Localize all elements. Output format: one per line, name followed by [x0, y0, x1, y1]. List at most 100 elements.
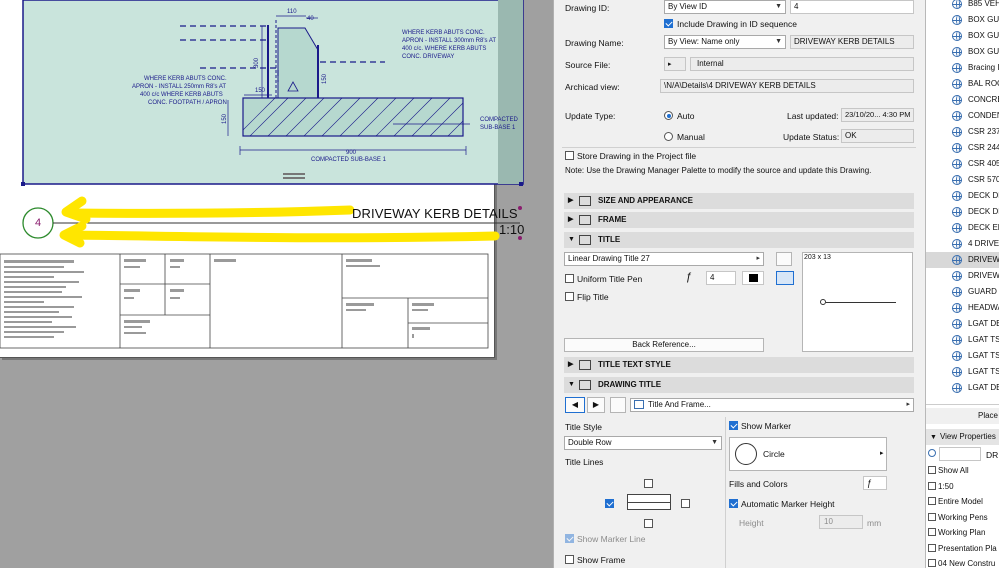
view-property-label: Working Plan: [938, 528, 986, 537]
auto-marker-height-checkbox[interactable]: [729, 499, 738, 508]
title-line-left-checkbox[interactable]: [605, 499, 614, 508]
navigator-item[interactable]: CONDEN: [926, 108, 999, 124]
globe-icon: [952, 47, 962, 57]
layout-sheet: 110 40 300 150 150 150 900 COMPACTED SUB…: [0, 0, 524, 358]
navigator-item[interactable]: LGAT TSE: [926, 364, 999, 380]
chevron-right-icon: ▸: [906, 401, 910, 408]
place-button[interactable]: Place: [926, 408, 999, 424]
navigator-item-label: CONCRE: [968, 95, 999, 104]
drawing-id-label: Drawing ID:: [565, 3, 610, 13]
navigator-item[interactable]: DECK DE: [926, 188, 999, 204]
marker-shape-label: Circle: [763, 449, 785, 459]
uniform-title-pen-checkbox[interactable]: [565, 274, 574, 283]
store-drawing-checkbox[interactable]: [565, 151, 574, 160]
show-marker-line-checkbox[interactable]: [565, 534, 574, 543]
navigator-item[interactable]: BOX GUT: [926, 12, 999, 28]
navigator-item[interactable]: DECK DE: [926, 204, 999, 220]
view-property-row[interactable]: 1:50: [926, 479, 999, 494]
navigator-item[interactable]: DRIVEW...: [926, 268, 999, 284]
navigator-item[interactable]: LGAT DE: [926, 316, 999, 332]
section-frame[interactable]: ▶ FRAME: [564, 212, 914, 228]
chevron-right-icon: ▸: [756, 255, 760, 262]
title-line-right-checkbox[interactable]: [681, 499, 690, 508]
title-line-top-checkbox[interactable]: [644, 479, 653, 488]
navigator-item[interactable]: BOX GUT: [926, 44, 999, 60]
prev-page-button[interactable]: ◀: [565, 397, 585, 413]
title-type-select[interactable]: Linear Drawing Title 27 ▸: [564, 252, 764, 266]
section-title[interactable]: ▼ TITLE: [564, 232, 914, 248]
triangle-left-icon: ◀: [571, 400, 579, 409]
navigator-item[interactable]: LGAT TSE: [926, 332, 999, 348]
navigator-item[interactable]: 4 DRIVEW: [926, 236, 999, 252]
drawing-canvas[interactable]: 110 40 300 150 150 150 900 COMPACTED SUB…: [0, 0, 553, 568]
fills-colors-button[interactable]: ƒ: [863, 476, 887, 490]
navigator-item-label: CSR 5700: [968, 175, 999, 184]
frame-icon: [579, 215, 591, 225]
flip-title-checkbox[interactable]: [565, 292, 574, 301]
navigator-item[interactable]: HEADWA: [926, 300, 999, 316]
update-auto-radio[interactable]: [664, 111, 673, 120]
title-style-select[interactable]: Double Row ▼: [564, 436, 722, 450]
drawing-title-page-select[interactable]: Title And Frame... ▸: [630, 398, 914, 412]
pen-color-swatch[interactable]: [742, 271, 764, 285]
title-preview-toggle[interactable]: [776, 271, 794, 285]
drawing-name-select-value: By View: Name only: [668, 37, 740, 46]
navigator-item[interactable]: DRIVEW...: [926, 252, 999, 268]
source-file-arrow-button[interactable]: ▸: [664, 57, 686, 71]
note-left-line-1: WHERE KERB ABUTS CONC.: [144, 76, 227, 82]
pen-number-field[interactable]: 4: [706, 271, 736, 285]
title-settings-icon[interactable]: [776, 252, 792, 266]
drawing-title-text[interactable]: DRIVEWAY KERB DETAILS: [352, 206, 518, 221]
update-manual-radio[interactable]: [664, 132, 673, 141]
show-marker-checkbox[interactable]: [729, 421, 738, 430]
navigator-item[interactable]: LGAT TSE: [926, 348, 999, 364]
marker-shape-select[interactable]: Circle ▸: [729, 437, 887, 471]
section-size-and-appearance[interactable]: ▶ SIZE AND APPEARANCE: [564, 193, 914, 209]
source-file-label: Source File:: [565, 60, 611, 70]
page-list-icon[interactable]: [610, 397, 626, 413]
view-id-field[interactable]: [939, 447, 981, 461]
view-name-field[interactable]: DRI: [986, 450, 999, 460]
drawing-id-field[interactable]: 4: [790, 0, 914, 14]
navigator-item[interactable]: CONCRE: [926, 92, 999, 108]
view-property-row[interactable]: Working Pens: [926, 510, 999, 525]
drawing-name-field[interactable]: DRIVEWAY KERB DETAILS: [790, 35, 914, 49]
show-frame-checkbox[interactable]: [565, 555, 574, 564]
note-right-line-2: APRON - INSTALL 300mm R8's AT: [402, 38, 496, 44]
navigator-item[interactable]: BAL ROC: [926, 76, 999, 92]
drawing-marker-number[interactable]: 4: [23, 208, 53, 238]
navigator-item[interactable]: CSR 5700: [926, 172, 999, 188]
drawing-id-select[interactable]: By View ID ▼: [664, 0, 786, 14]
title-line-bottom-checkbox[interactable]: [644, 519, 653, 528]
section-drawing-title[interactable]: ▼ DRAWING TITLE: [564, 377, 914, 393]
view-property-row[interactable]: Working Plan: [926, 525, 999, 540]
navigator-item[interactable]: CSR 2375: [926, 124, 999, 140]
view-property-row[interactable]: Entire Model: [926, 494, 999, 509]
chevron-down-icon: ▼: [711, 439, 718, 446]
section-title-text-style[interactable]: ▶ TITLE TEXT STYLE: [564, 357, 914, 373]
navigator-item[interactable]: GUARD I: [926, 284, 999, 300]
navigator-item-label: 4 DRIVEW: [968, 239, 999, 248]
globe-icon: [952, 159, 962, 169]
view-property-row[interactable]: Show All: [926, 463, 999, 478]
navigator-item[interactable]: DECK ED: [926, 220, 999, 236]
navigator-item-label: CSR 4050: [968, 159, 999, 168]
next-page-button[interactable]: ▶: [587, 397, 605, 413]
navigator-item[interactable]: CSR 4050: [926, 156, 999, 172]
navigator-item-label: LGAT DE: [968, 319, 999, 328]
note-right-line-1: WHERE KERB ABUTS CONC.: [402, 30, 485, 36]
navigator-item[interactable]: LGAT DE: [926, 380, 999, 396]
back-reference-button[interactable]: Back Reference...: [564, 338, 764, 352]
navigator-item[interactable]: B85 VEH: [926, 0, 999, 12]
include-sequence-checkbox[interactable]: [664, 19, 673, 28]
view-properties-header[interactable]: ▼ View Properties: [926, 429, 999, 445]
view-property-row[interactable]: 04 New Constru: [926, 556, 999, 568]
navigator-item[interactable]: BOX GUT: [926, 28, 999, 44]
navigator-item[interactable]: Bracing I: [926, 60, 999, 76]
height-field[interactable]: 10: [819, 515, 863, 529]
view-property-row[interactable]: Presentation Pla: [926, 541, 999, 556]
drawing-name-select[interactable]: By View: Name only ▼: [664, 35, 786, 49]
navigator-item[interactable]: CSR 2445: [926, 140, 999, 156]
archicad-view-field: \N/A\Details\4 DRIVEWAY KERB DETAILS: [660, 79, 914, 93]
globe-icon: [952, 303, 962, 313]
